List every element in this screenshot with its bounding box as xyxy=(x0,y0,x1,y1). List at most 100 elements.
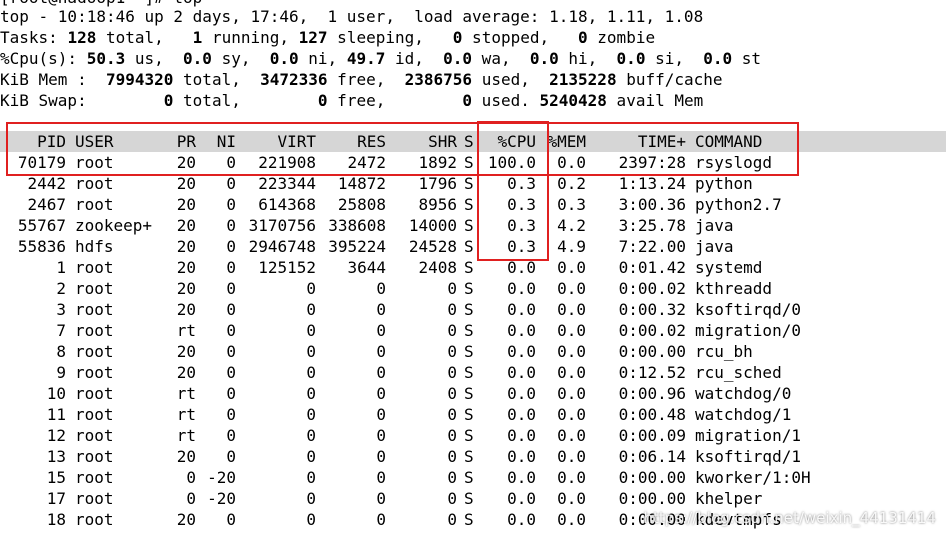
cell-mem: 0.2 xyxy=(557,174,586,193)
cell-res: 395224 xyxy=(328,237,386,256)
cell-pr: 20 xyxy=(176,237,196,256)
cell-virt: 0 xyxy=(306,405,316,424)
cell-s: S xyxy=(464,342,474,361)
summary-cpu-line: %Cpu(s): 50.3 us, 0.0 sy, 0.0 ni, 49.7 i… xyxy=(0,49,762,68)
cell-virt: 0 xyxy=(306,510,316,529)
table-row[interactable]: 15 root 0 -20 0 0 0 S 0.0 0.0 0:00.00 kworker/1:0H xyxy=(0,467,946,488)
cell-ni: 0 xyxy=(226,363,236,382)
table-row[interactable]: 7 root rt 0 0 0 0 S 0.0 0.0 0:00.02 migration/0 xyxy=(0,320,946,341)
cell-shr: 0 xyxy=(447,405,457,424)
cell-cpu: 0.0 xyxy=(507,279,536,298)
table-row[interactable]: 10 root rt 0 0 0 0 S 0.0 0.0 0:00.96 watchdog/0 xyxy=(0,383,946,404)
cell-virt: 614368 xyxy=(258,195,316,214)
summary-uptime-line: top - 10:18:46 up 2 days, 17:46, 1 user,… xyxy=(0,7,704,26)
table-row[interactable]: 2467 root 20 0 614368 25808 8956 S 0.3 0.3 3:00.36… xyxy=(0,194,946,215)
cell-ni: 0 xyxy=(226,174,236,193)
cell-time: 1:13.24 xyxy=(618,174,686,193)
cell-pid: 18 xyxy=(46,510,66,529)
cell-virt: 0 xyxy=(306,468,316,487)
cell-mem: 4.9 xyxy=(557,237,586,256)
cell-cmd: watchdog/1 xyxy=(695,405,792,424)
cell-user: root xyxy=(75,279,114,298)
table-row[interactable]: 8 root 20 0 0 0 0 S 0.0 0.0 0:00.00 rcu_bh xyxy=(0,341,946,362)
cell-user: root xyxy=(75,510,114,529)
cell-time: 0:00.02 xyxy=(618,321,686,340)
cell-res: 14872 xyxy=(337,174,386,193)
cell-res: 0 xyxy=(376,300,386,319)
cell-ni: -20 xyxy=(207,468,236,487)
cell-pr: 20 xyxy=(176,363,196,382)
cell-mem: 0.0 xyxy=(557,510,586,529)
cell-mem: 0.0 xyxy=(557,405,586,424)
summary-mem-line: KiB Mem : 7994320 total, 3472336 free, 2… xyxy=(0,70,723,89)
cell-pid: 12 xyxy=(46,426,66,445)
cell-time: 0:06.14 xyxy=(618,447,686,466)
cell-user: root xyxy=(75,258,114,277)
cell-mem: 0.0 xyxy=(557,447,586,466)
cell-res: 0 xyxy=(376,468,386,487)
cell-mem: 0.0 xyxy=(557,258,586,277)
cell-cpu: 0.0 xyxy=(507,363,536,382)
cell-user: root xyxy=(75,468,114,487)
cell-res: 0 xyxy=(376,426,386,445)
cell-cpu: 0.0 xyxy=(507,405,536,424)
table-row[interactable]: 9 root 20 0 0 0 0 S 0.0 0.0 0:12.52 rcu_sched xyxy=(0,362,946,383)
cell-s: S xyxy=(464,195,474,214)
annotation-box-header-row xyxy=(6,122,799,176)
cell-shr: 0 xyxy=(447,321,457,340)
cell-pid: 9 xyxy=(56,363,66,382)
cell-time: 0:00.96 xyxy=(618,384,686,403)
cell-cmd: ksoftirqd/1 xyxy=(695,447,801,466)
cell-shr: 0 xyxy=(447,510,457,529)
cell-mem: 0.0 xyxy=(557,363,586,382)
cell-ni: 0 xyxy=(226,342,236,361)
cell-res: 0 xyxy=(376,405,386,424)
cell-user: root xyxy=(75,300,114,319)
cell-ni: 0 xyxy=(226,426,236,445)
cell-virt: 223344 xyxy=(258,174,316,193)
table-row[interactable]: 12 root rt 0 0 0 0 S 0.0 0.0 0:00.09 migration/1 xyxy=(0,425,946,446)
cell-ni: -20 xyxy=(207,489,236,508)
cell-s: S xyxy=(464,300,474,319)
cell-mem: 0.0 xyxy=(557,279,586,298)
cell-mem: 0.0 xyxy=(557,321,586,340)
cell-res: 0 xyxy=(376,510,386,529)
cell-pr: 20 xyxy=(176,510,196,529)
cell-virt: 0 xyxy=(306,363,316,382)
cell-cmd: systemd xyxy=(695,258,763,277)
table-row[interactable]: 55836 hdfs 20 0 2946748 395224 24528 S 0.3 4.9 7:2… xyxy=(0,236,946,257)
cell-s: S xyxy=(464,510,474,529)
table-row[interactable]: 2 root 20 0 0 0 0 S 0.0 0.0 0:00.02 kthreadd xyxy=(0,278,946,299)
cell-pid: 2 xyxy=(56,279,66,298)
cell-pr: 20 xyxy=(176,342,196,361)
cell-cmd: python2.7 xyxy=(695,195,782,214)
cell-virt: 0 xyxy=(306,300,316,319)
table-row[interactable]: 2442 root 20 0 223344 14872 1796 S 0.3 0.2 1:13.24… xyxy=(0,173,946,194)
cell-pid: 1 xyxy=(56,258,66,277)
table-row[interactable]: 11 root rt 0 0 0 0 S 0.0 0.0 0:00.48 watchdog/1 xyxy=(0,404,946,425)
cell-virt: 0 xyxy=(306,447,316,466)
cell-shr: 0 xyxy=(447,384,457,403)
cell-time: 3:25.78 xyxy=(618,216,686,235)
cell-ni: 0 xyxy=(226,279,236,298)
table-row[interactable]: 55767 zookeep+ 20 0 3170756 338608 14000 S 0.3 4.… xyxy=(0,215,946,236)
cell-user: root xyxy=(75,174,114,193)
cell-ni: 0 xyxy=(226,405,236,424)
cell-shr: 0 xyxy=(447,426,457,445)
table-row[interactable]: 13 root 20 0 0 0 0 S 0.0 0.0 0:06.14 ksoftirqd/1 xyxy=(0,446,946,467)
cell-cmd: migration/1 xyxy=(695,426,801,445)
cell-virt: 0 xyxy=(306,426,316,445)
cell-time: 0:00.00 xyxy=(618,468,686,487)
cell-pr: rt xyxy=(176,384,196,403)
table-row[interactable]: 3 root 20 0 0 0 0 S 0.0 0.0 0:00.32 ksoftirqd/0 xyxy=(0,299,946,320)
cell-pid: 10 xyxy=(46,384,66,403)
cell-time: 0:00.09 xyxy=(618,426,686,445)
cell-user: root xyxy=(75,195,114,214)
cell-time: 0:12.52 xyxy=(618,363,686,382)
cell-s: S xyxy=(464,468,474,487)
cell-pr: rt xyxy=(176,405,196,424)
cell-pid: 8 xyxy=(56,342,66,361)
table-row[interactable]: 1 root 20 0 125152 3644 2408 S 0.0 0.0 0:01.42 syst… xyxy=(0,257,946,278)
cell-pr: 20 xyxy=(176,174,196,193)
table-row[interactable]: 17 root 0 -20 0 0 0 S 0.0 0.0 0:00.00 khelper xyxy=(0,488,946,509)
